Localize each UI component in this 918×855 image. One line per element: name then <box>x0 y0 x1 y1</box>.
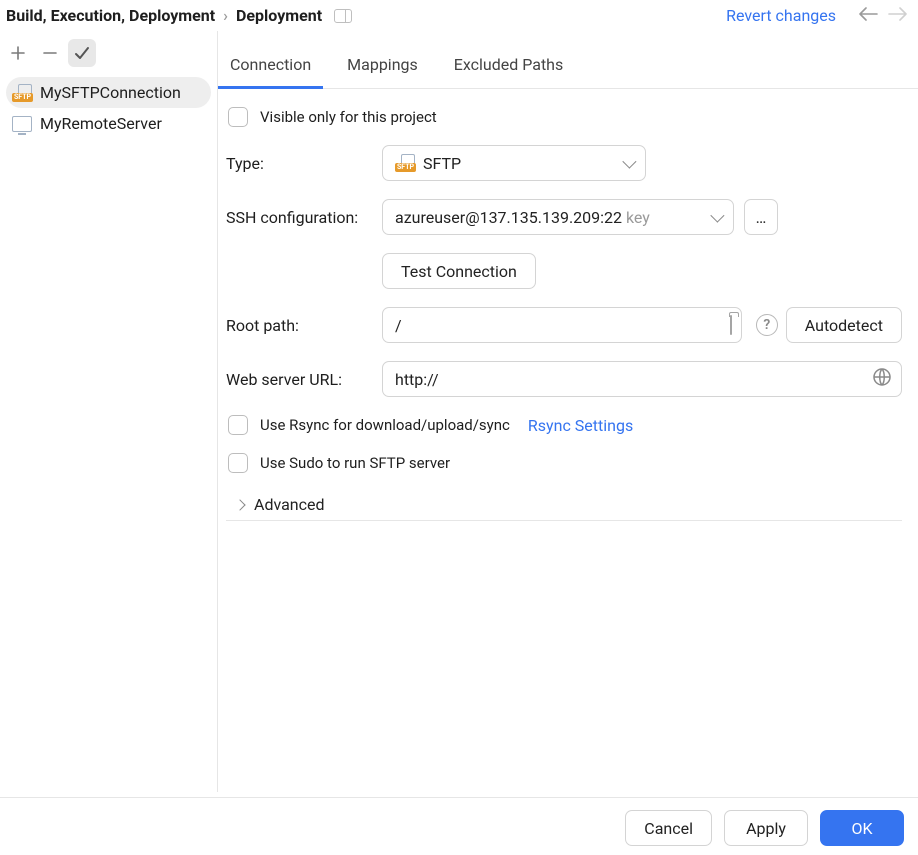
sftp-icon: SFTP <box>395 154 415 172</box>
help-icon[interactable]: ? <box>756 314 778 336</box>
server-item-label: MyRemoteServer <box>40 114 162 133</box>
ssh-config-suffix: key <box>626 208 650 227</box>
deployment-sidebar: SFTP MySFTPConnection MyRemoteServer <box>0 31 218 792</box>
sftp-icon: SFTP <box>12 84 32 102</box>
ssh-config-label: SSH configuration: <box>226 208 374 227</box>
nav-forward-icon[interactable] <box>888 7 908 25</box>
tab-connection[interactable]: Connection <box>224 49 317 88</box>
chevron-down-icon <box>710 209 724 223</box>
advanced-section-toggle[interactable]: Advanced <box>226 491 902 514</box>
chevron-right-icon <box>234 499 245 510</box>
rsync-settings-link[interactable]: Rsync Settings <box>528 416 633 435</box>
web-url-value: http:// <box>395 370 439 389</box>
tab-excluded-paths[interactable]: Excluded Paths <box>448 49 569 88</box>
remove-server-button[interactable] <box>36 39 64 67</box>
cancel-button[interactable]: Cancel <box>625 810 712 846</box>
use-sudo-checkbox[interactable] <box>228 453 248 473</box>
browse-folder-icon[interactable] <box>730 316 732 334</box>
server-item-label: MySFTPConnection <box>40 83 181 102</box>
tab-mappings[interactable]: Mappings <box>341 49 424 88</box>
host-icon <box>12 116 32 132</box>
web-url-input[interactable]: http:// <box>382 361 902 397</box>
breadcrumb-group[interactable]: Build, Execution, Deployment <box>6 6 215 25</box>
use-rsync-label: Use Rsync for download/upload/sync <box>260 416 510 434</box>
advanced-label: Advanced <box>254 495 325 514</box>
breadcrumb-separator: › <box>223 6 228 25</box>
type-select[interactable]: SFTP SFTP <box>382 145 646 181</box>
visible-only-checkbox[interactable] <box>228 107 248 127</box>
revert-changes-link[interactable]: Revert changes <box>726 6 836 25</box>
set-default-button[interactable] <box>68 39 96 67</box>
web-url-label: Web server URL: <box>226 370 374 389</box>
ssh-config-value: azureuser@137.135.139.209:22 <box>395 208 622 227</box>
ssh-config-select[interactable]: azureuser@137.135.139.209:22 key <box>382 199 734 235</box>
type-value: SFTP <box>423 154 461 173</box>
nav-back-icon[interactable] <box>858 7 878 25</box>
add-server-button[interactable] <box>4 39 32 67</box>
open-in-new-window-icon[interactable] <box>334 9 352 23</box>
autodetect-button[interactable]: Autodetect <box>786 307 902 343</box>
ok-button[interactable]: OK <box>820 810 904 846</box>
ssh-config-more-button[interactable]: … <box>744 199 778 235</box>
apply-button[interactable]: Apply <box>724 810 808 846</box>
visible-only-label: Visible only for this project <box>260 108 437 126</box>
use-rsync-checkbox[interactable] <box>228 415 248 435</box>
dialog-footer: Cancel Apply OK <box>0 797 918 855</box>
use-sudo-label: Use Sudo to run SFTP server <box>260 454 450 472</box>
open-url-icon[interactable] <box>872 367 892 391</box>
test-connection-button[interactable]: Test Connection <box>382 253 536 289</box>
type-label: Type: <box>226 154 374 173</box>
divider <box>226 520 902 521</box>
chevron-down-icon <box>622 155 636 169</box>
root-path-input[interactable]: / <box>382 307 742 343</box>
server-item-myremoteserver[interactable]: MyRemoteServer <box>6 108 211 139</box>
breadcrumb-page: Deployment <box>236 6 322 25</box>
breadcrumb: Build, Execution, Deployment › Deploymen… <box>6 6 322 25</box>
deployment-tabs: Connection Mappings Excluded Paths <box>220 31 918 89</box>
server-item-mysftpconnection[interactable]: SFTP MySFTPConnection <box>6 77 211 108</box>
root-path-value: / <box>395 316 402 335</box>
root-path-label: Root path: <box>226 316 374 335</box>
